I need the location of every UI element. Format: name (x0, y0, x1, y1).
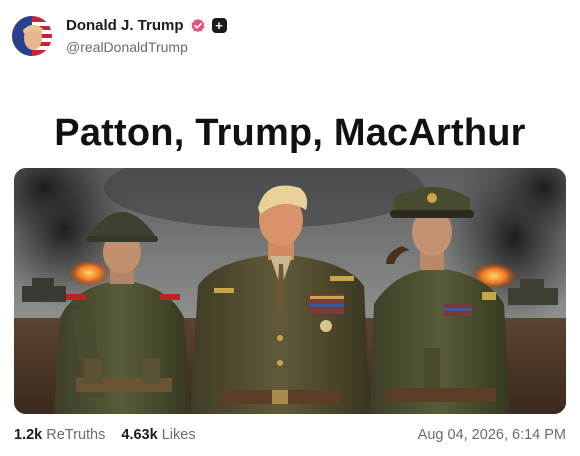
author-handle[interactable]: @realDonaldTrump (66, 39, 188, 55)
generals-illustration (14, 168, 566, 414)
post-timestamp[interactable]: Aug 04, 2026, 6:14 PM (418, 427, 566, 443)
plus-badge-icon: + (211, 18, 227, 33)
post-header: Donald J. Trump + @realDonaldTrump (12, 14, 568, 60)
likes-label: Likes (161, 427, 196, 443)
verified-badge-icon (190, 18, 206, 34)
retruths-label: ReTruths (46, 427, 106, 443)
post-image[interactable] (14, 168, 566, 414)
avatar[interactable] (12, 16, 52, 56)
likes-count: 4.63k (121, 427, 158, 443)
retruths-count: 1.2k (14, 427, 43, 443)
author-display-name[interactable]: Donald J. Trump (66, 17, 184, 34)
post-headline: Patton, Trump, MacArthur (54, 112, 526, 154)
likes-stat[interactable]: 4.63k Likes (121, 427, 195, 443)
retruths-stat[interactable]: 1.2k ReTruths (14, 427, 105, 443)
